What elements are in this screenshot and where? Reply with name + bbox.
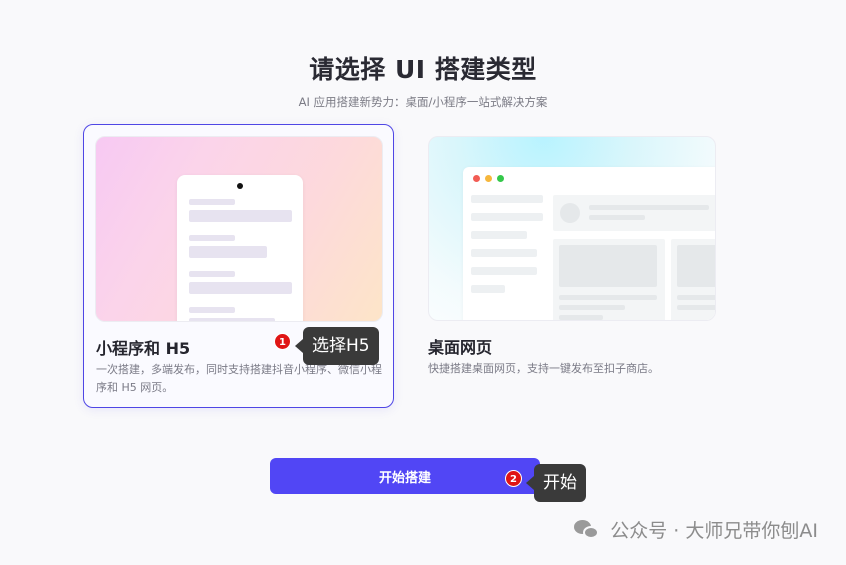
phone-notch-icon	[237, 183, 243, 189]
page-title: 请选择 UI 搭建类型	[309, 55, 537, 84]
annotation-tooltip: 选择H5	[295, 327, 379, 365]
card-description: 快捷搭建桌面网页，支持一键发布至扣子商店。	[428, 362, 659, 375]
card-description: 一次搭建，多端发布，同时支持搭建抖音小程序、微信小程序和 H5 网页。	[96, 363, 382, 394]
step-number-badge: 1	[274, 333, 291, 350]
annotation-tooltip: 开始	[526, 464, 586, 502]
desktop-preview-image	[428, 136, 716, 321]
close-dot-icon	[473, 175, 480, 182]
start-build-button[interactable]: 开始搭建	[270, 458, 540, 494]
card-desktop-web[interactable]: 桌面网页 快捷搭建桌面网页，支持一键发布至扣子商店。	[418, 124, 729, 408]
browser-mockup	[463, 167, 715, 320]
step-number-badge: 2	[505, 470, 522, 487]
watermark: 公众号 · 大师兄带你刨AI	[574, 516, 818, 543]
page-subtitle: AI 应用搭建新势力：桌面/小程序一站式解决方案	[298, 95, 548, 109]
card-miniprogram-h5[interactable]: 小程序和 H5 一次搭建，多端发布，同时支持搭建抖音小程序、微信小程序和 H5 …	[83, 124, 394, 408]
wechat-icon	[574, 519, 602, 541]
minimize-dot-icon	[485, 175, 492, 182]
card-title: 小程序和 H5	[96, 339, 191, 358]
phone-mockup	[177, 175, 303, 321]
watermark-text: 公众号 · 大师兄带你刨AI	[610, 520, 818, 542]
miniprogram-preview-image	[95, 136, 383, 322]
card-title: 桌面网页	[428, 338, 493, 357]
maximize-dot-icon	[497, 175, 504, 182]
page-header: 请选择 UI 搭建类型 AI 应用搭建新势力：桌面/小程序一站式解决方案	[0, 50, 846, 110]
